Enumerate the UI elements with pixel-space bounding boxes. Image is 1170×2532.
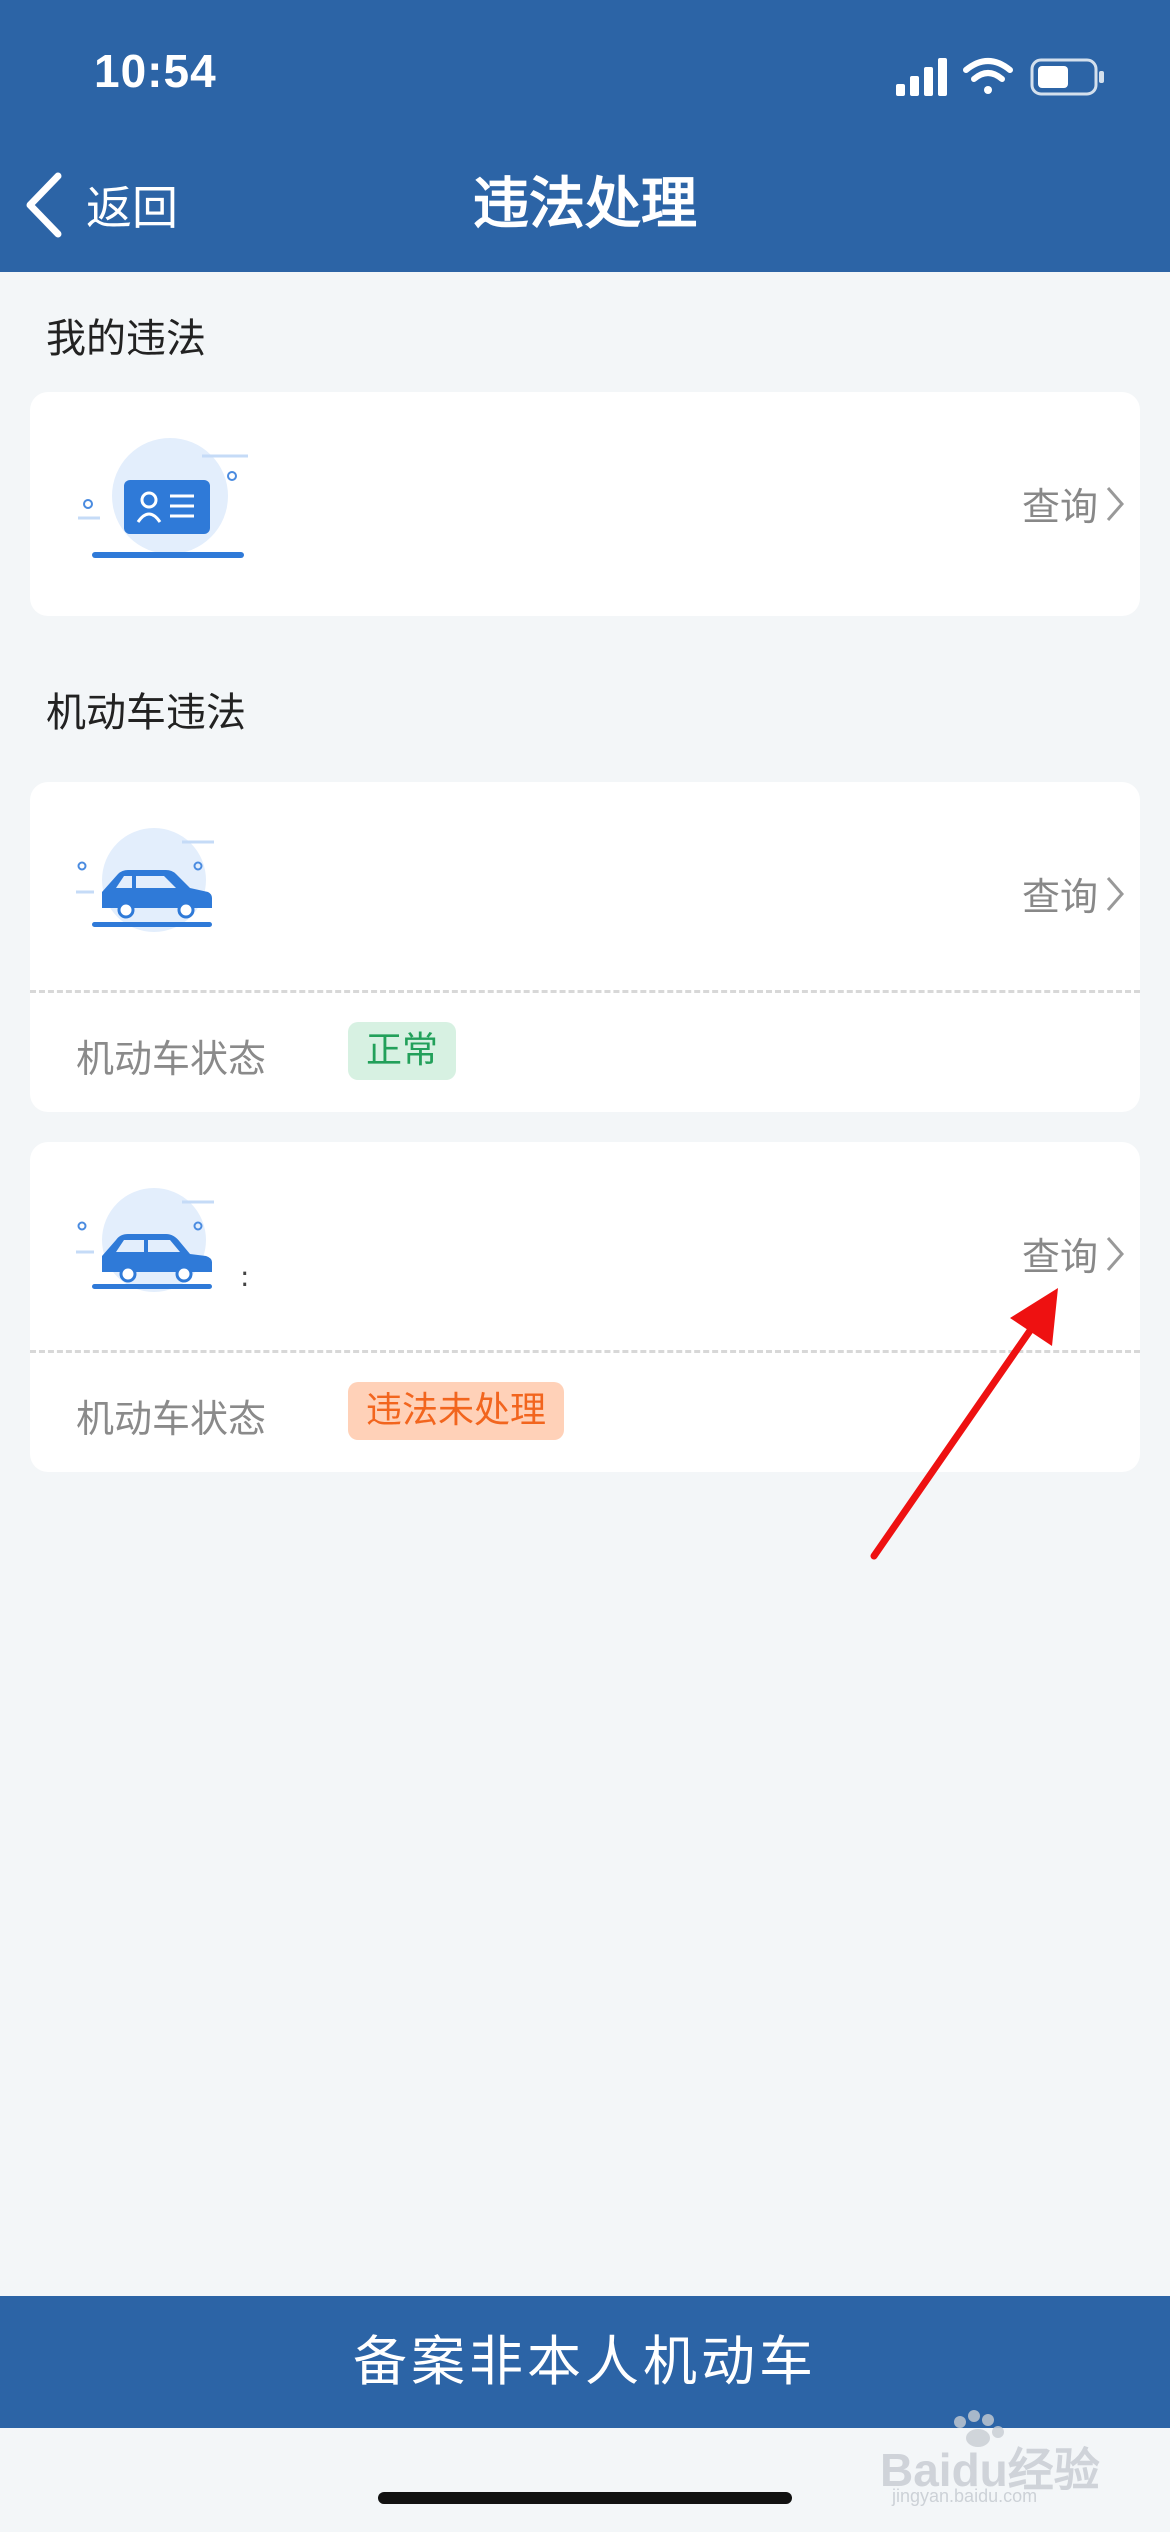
query-label: 查询 — [1021, 875, 1098, 919]
status-icons — [896, 58, 1104, 96]
vehicle-status-label: 机动车状态 — [76, 1397, 267, 1441]
license-query-link[interactable]: 查询 — [1022, 476, 1126, 531]
vehicle-query-link[interactable]: 查询 — [1022, 1226, 1126, 1281]
vehicle-status-label: 机动车状态 — [76, 1037, 267, 1081]
dashed-divider — [30, 990, 1140, 993]
vehicle-extra-text: : — [240, 1260, 250, 1293]
status-time: 10:54 — [94, 45, 217, 97]
page-title: 违法处理 — [473, 172, 697, 237]
car-icon — [76, 1188, 214, 1292]
battery-icon — [1030, 58, 1104, 96]
vehicle-query-link[interactable]: 查询 — [1022, 866, 1126, 921]
home-indicator[interactable] — [378, 2492, 792, 2504]
vehicle-card[interactable]: : 查询 机动车状态 违法未处理 — [30, 1142, 1140, 1472]
header: 10:54 返回 违法处理 — [0, 0, 1170, 272]
chevron-right-icon — [1106, 876, 1124, 911]
wifi-icon — [963, 58, 1013, 94]
query-label: 查询 — [1021, 485, 1098, 529]
section-my-violations: 我的违法 — [46, 316, 206, 362]
dashed-divider — [30, 1350, 1140, 1353]
license-card[interactable]: 查询 — [30, 392, 1140, 616]
baidu-watermark: Baidu经验 jingyan.baidu.com — [870, 2410, 1110, 2506]
signal-icon — [896, 58, 947, 96]
chevron-right-icon — [1106, 486, 1124, 521]
car-icon — [76, 828, 214, 932]
watermark-subtext: jingyan.baidu.com — [892, 2486, 1038, 2506]
status-badge: 违法未处理 — [348, 1382, 565, 1440]
vehicle-card[interactable]: 查询 机动车状态 正常 — [30, 782, 1140, 1112]
section-vehicle-violations: 机动车违法 — [46, 690, 246, 736]
register-other-vehicle-button[interactable]: 备案非本人机动车 — [0, 2296, 1170, 2428]
query-label: 查询 — [1021, 1235, 1098, 1279]
driver-license-icon — [78, 438, 248, 558]
chevron-right-icon — [1106, 1236, 1124, 1271]
nav-bar: 返回 违法处理 — [0, 150, 1170, 272]
status-badge: 正常 — [348, 1022, 457, 1080]
